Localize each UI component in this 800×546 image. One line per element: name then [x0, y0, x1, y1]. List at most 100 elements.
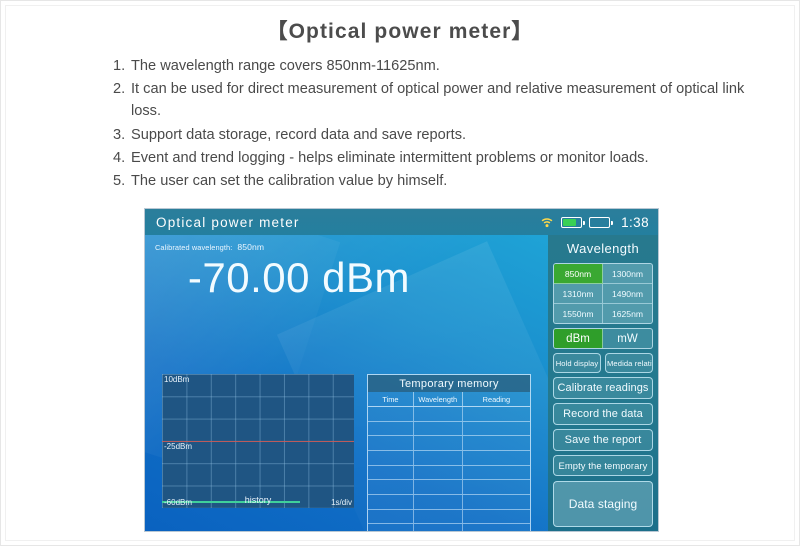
cell-wavelength	[414, 436, 463, 451]
battery-empty-icon	[589, 216, 614, 228]
power-reading: -70.00 dBm	[187, 254, 410, 301]
list-item-text: Event and trend logging - helps eliminat…	[131, 149, 649, 166]
table-row[interactable]	[368, 421, 530, 437]
list-item: 5. The user can set the calibration valu…	[113, 170, 763, 192]
data-staging-button[interactable]: Data staging	[553, 481, 653, 527]
empty-the-temporary-button[interactable]: Empty the temporary	[553, 455, 653, 476]
cell-time	[368, 480, 414, 495]
temporary-memory-table[interactable]: Temporary memory Time Wavelength Reading	[367, 374, 531, 531]
device-title: Optical power meter	[156, 214, 300, 230]
table-row[interactable]	[368, 509, 530, 525]
wavelength-option-850nm[interactable]: 850nm	[554, 264, 603, 284]
cell-wavelength	[414, 480, 463, 495]
cell-reading	[463, 480, 530, 494]
wavelength-option-1300nm[interactable]: 1300nm	[603, 264, 652, 284]
cell-time	[368, 421, 414, 436]
memory-table-rows	[368, 407, 530, 531]
cell-wavelength	[414, 495, 463, 509]
chart-y-max-label: 10dBm	[164, 375, 190, 384]
table-row[interactable]	[368, 495, 530, 510]
memory-table-caption: Temporary memory	[368, 375, 530, 392]
unit-option-dbm[interactable]: dBm	[554, 329, 603, 348]
table-row[interactable]	[368, 524, 530, 531]
cell-time	[368, 495, 414, 509]
cell-reading	[463, 524, 530, 531]
list-item: 3. Support data storage, record data and…	[113, 124, 763, 146]
unit-option-mw[interactable]: mW	[603, 329, 652, 348]
wavelength-option-1310nm[interactable]: 1310nm	[554, 284, 603, 304]
cell-wavelength	[414, 451, 463, 465]
column-header-wavelength: Wavelength	[414, 392, 463, 406]
secondary-button-row: Hold display Medida relativa	[553, 353, 653, 373]
cell-time	[368, 509, 414, 524]
cell-time	[368, 524, 414, 531]
list-item-text: Support data storage, record data and sa…	[131, 126, 467, 143]
page-title: 【Optical power meter】	[266, 20, 534, 43]
cell-wavelength	[414, 421, 463, 436]
list-item-number: 1.	[113, 58, 126, 74]
column-header-reading: Reading	[482, 394, 511, 404]
cell-time	[368, 436, 414, 451]
status-icon-group: 1:38	[540, 215, 649, 230]
column-header-time: Time	[368, 392, 414, 406]
control-sidebar: Wavelength 850nm 1300nm 1310nm 1490nm 15…	[548, 235, 658, 531]
clock-label: 1:38	[621, 214, 649, 230]
calibrated-wavelength: Calibrated wavelength: 850nm	[155, 242, 264, 252]
cell-wavelength	[414, 509, 463, 524]
calibrated-wavelength-label: Calibrated wavelength:	[155, 243, 233, 252]
device-body: Calibrated wavelength: 850nm -70.00 dBm 1…	[145, 235, 658, 531]
list-item-number: 5.	[113, 172, 126, 189]
list-item-text: The wavelength range covers 850nm-11625n…	[131, 58, 440, 74]
history-chart: 10dBm -25dBm -60dBm history 1s/div	[162, 374, 354, 508]
page-root: 【Optical power meter】 1. The wavelength …	[0, 0, 800, 546]
wifi-icon	[540, 216, 554, 228]
chart-y-mid-label: -25dBm	[164, 442, 193, 451]
cell-wavelength	[414, 407, 463, 421]
calibrate-readings-button[interactable]: Calibrate readings	[553, 377, 653, 399]
table-row[interactable]	[368, 407, 530, 422]
memory-table-header: Time Wavelength Reading	[368, 392, 530, 407]
cell-reading	[463, 495, 530, 509]
cell-time	[368, 465, 414, 480]
cell-reading	[463, 510, 530, 524]
cell-reading	[463, 407, 530, 421]
measurement-area: Calibrated wavelength: 850nm -70.00 dBm 1…	[145, 235, 548, 531]
sidebar-title: Wavelength	[566, 241, 640, 256]
relative-measure-button[interactable]: Medida relativa	[605, 353, 653, 373]
cell-wavelength	[414, 465, 463, 480]
table-row[interactable]	[368, 451, 530, 466]
cell-reading	[463, 422, 530, 436]
hold-display-button[interactable]: Hold display	[553, 353, 601, 373]
list-item-number: 3.	[113, 126, 126, 143]
table-row[interactable]	[368, 480, 530, 496]
cell-time	[368, 451, 414, 465]
list-item-number: 4.	[113, 149, 126, 166]
save-the-report-button[interactable]: Save the report	[553, 429, 653, 451]
chart-y-min-label: -60dBm	[164, 498, 193, 507]
calibrated-wavelength-value: 850nm	[237, 242, 265, 252]
wavelength-option-1625nm[interactable]: 1625nm	[603, 304, 652, 323]
record-the-data-button[interactable]: Record the data	[553, 403, 653, 425]
cell-reading	[463, 466, 530, 480]
chart-series-label: history	[244, 495, 272, 505]
battery-full-icon	[561, 216, 586, 228]
wavelength-option-1490nm[interactable]: 1490nm	[603, 284, 652, 304]
list-item: 2. It can be used for direct measurement…	[113, 78, 763, 122]
device-screenshot: Optical power meter 1:38 Calibrated wave…	[144, 208, 659, 532]
wavelength-option-1550nm[interactable]: 1550nm	[554, 304, 603, 323]
list-item: 4. Event and trend logging - helps elimi…	[113, 147, 763, 169]
wavelength-selector[interactable]: 850nm 1300nm 1310nm 1490nm 1550nm 1625nm	[553, 263, 653, 324]
device-status-bar: Optical power meter 1:38	[145, 209, 658, 235]
list-item-text: The user can set the calibration value b…	[131, 172, 448, 189]
unit-selector[interactable]: dBm mW	[553, 328, 653, 349]
cell-time	[368, 407, 414, 421]
list-item-number: 2.	[113, 81, 126, 98]
feature-list: 1. The wavelength range covers 850nm-116…	[1, 55, 799, 192]
cell-reading	[463, 451, 530, 465]
list-item-text: It can be used for direct measurement of…	[131, 81, 745, 120]
cell-reading	[463, 436, 530, 450]
table-row[interactable]	[368, 465, 530, 481]
chart-time-div-label: 1s/div	[331, 498, 352, 507]
table-row[interactable]	[368, 436, 530, 452]
list-item: 1. The wavelength range covers 850nm-116…	[113, 55, 763, 77]
